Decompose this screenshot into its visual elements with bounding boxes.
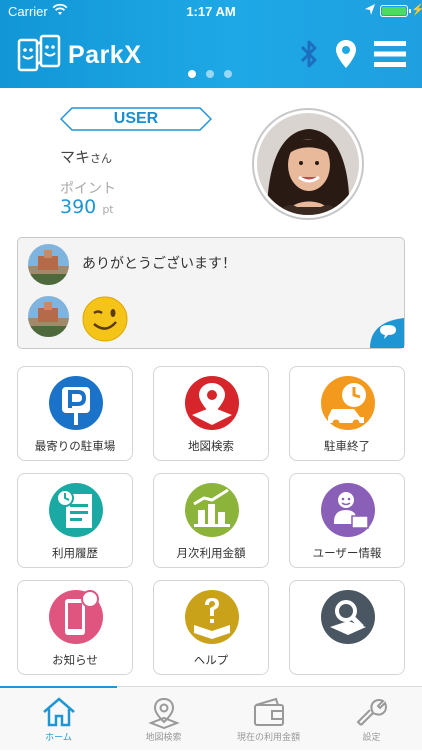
charging-icon: ⚡ bbox=[411, 4, 422, 16]
menu-help[interactable]: ヘルプ bbox=[153, 580, 269, 675]
chat-message: ありがとうございます！ bbox=[82, 256, 236, 272]
monthly-chart-icon bbox=[185, 483, 239, 537]
page-indicator[interactable] bbox=[188, 70, 232, 78]
tab-label: ホーム bbox=[45, 733, 72, 743]
tab-settings[interactable]: 設定 bbox=[319, 687, 422, 751]
profile-photo bbox=[257, 113, 359, 215]
user-role-label: USER bbox=[113, 110, 159, 127]
car-timer-icon bbox=[321, 376, 375, 430]
page-dot-2[interactable] bbox=[206, 70, 214, 78]
location-arrow-icon bbox=[365, 4, 375, 15]
chat-avatar-1 bbox=[28, 244, 69, 285]
menu-label: 月次利用金額 bbox=[176, 546, 246, 560]
profile-avatar[interactable] bbox=[252, 108, 364, 220]
wink-emoji-icon bbox=[82, 296, 128, 342]
menu-monthly-amount[interactable]: 月次利用金額 bbox=[153, 473, 269, 568]
tab-label: 現在の利用金額 bbox=[236, 733, 300, 743]
battery-icon bbox=[380, 5, 411, 17]
tab-label: 地図検索 bbox=[145, 733, 182, 743]
menu-label: 駐車終了 bbox=[324, 439, 370, 453]
points-number: 390 bbox=[60, 196, 97, 218]
status-bar: Carrier 1:17 AM ⚡ bbox=[0, 0, 422, 22]
user-info-icon bbox=[321, 483, 375, 537]
chat-bubble-icon[interactable] bbox=[370, 318, 404, 348]
message-board[interactable]: ありがとうございます！ bbox=[17, 237, 405, 349]
parking-icon bbox=[49, 376, 103, 430]
menu-history[interactable]: 利用履歴 bbox=[17, 473, 133, 568]
user-role-badge: USER bbox=[60, 107, 212, 131]
help-book-icon bbox=[185, 590, 239, 644]
map-pin-icon bbox=[185, 376, 239, 430]
chat-avatar-2 bbox=[28, 296, 69, 337]
chat-avatar-photo bbox=[28, 244, 69, 285]
app-brand-title: ParkX bbox=[68, 41, 142, 69]
wrench-icon bbox=[356, 699, 387, 726]
history-icon bbox=[49, 483, 103, 537]
app-header: Carrier 1:17 AM ⚡ ParkX bbox=[0, 0, 422, 88]
menu-user-info[interactable]: ユーザー情報 bbox=[289, 473, 405, 568]
tab-home[interactable]: ホーム bbox=[6, 687, 111, 751]
menu-label: 最寄りの駐車場 bbox=[34, 439, 116, 453]
tab-map-search[interactable]: 地図検索 bbox=[111, 687, 216, 751]
page-dot-3[interactable] bbox=[224, 70, 232, 78]
hamburger-menu-icon[interactable] bbox=[374, 40, 406, 68]
menu-label: ヘルプ bbox=[193, 653, 229, 667]
location-pin-icon[interactable] bbox=[334, 38, 358, 70]
menu-end-parking[interactable]: 駐車終了 bbox=[289, 366, 405, 461]
parkx-logo-icon bbox=[17, 34, 61, 72]
menu-map-search[interactable]: 地図検索 bbox=[153, 366, 269, 461]
menu-nearest-parking[interactable]: 最寄りの駐車場 bbox=[17, 366, 133, 461]
points-label: ポイント bbox=[60, 181, 116, 197]
menu-label: ユーザー情報 bbox=[312, 546, 382, 560]
bluetooth-icon[interactable] bbox=[298, 38, 320, 70]
user-name: マキさん bbox=[60, 146, 112, 167]
home-icon bbox=[43, 697, 75, 727]
points-value: 390 pt bbox=[60, 196, 114, 218]
user-honorific: さん bbox=[90, 152, 113, 165]
menu-label: 地図検索 bbox=[188, 439, 234, 453]
chat-avatar-photo bbox=[28, 296, 69, 337]
notification-phone-icon bbox=[49, 590, 103, 644]
user-name-text: マキ bbox=[60, 148, 91, 166]
points-unit: pt bbox=[102, 203, 114, 216]
menu-label: 利用履歴 bbox=[52, 546, 98, 560]
page-dot-1[interactable] bbox=[188, 70, 196, 78]
tab-current-amount[interactable]: 現在の利用金額 bbox=[216, 687, 321, 751]
wallet-icon bbox=[254, 697, 284, 726]
clock: 1:17 AM bbox=[186, 4, 236, 19]
menu-notifications[interactable]: お知らせ bbox=[17, 580, 133, 675]
tab-label: 設定 bbox=[362, 733, 381, 743]
search-map-icon bbox=[321, 590, 375, 644]
map-pin-icon bbox=[148, 697, 180, 729]
menu-search[interactable] bbox=[289, 580, 405, 675]
active-tab-indicator bbox=[0, 686, 117, 688]
menu-label: お知らせ bbox=[52, 653, 98, 667]
tab-bar: ホーム 地図検索 現在の利用金額 設定 bbox=[0, 686, 422, 750]
